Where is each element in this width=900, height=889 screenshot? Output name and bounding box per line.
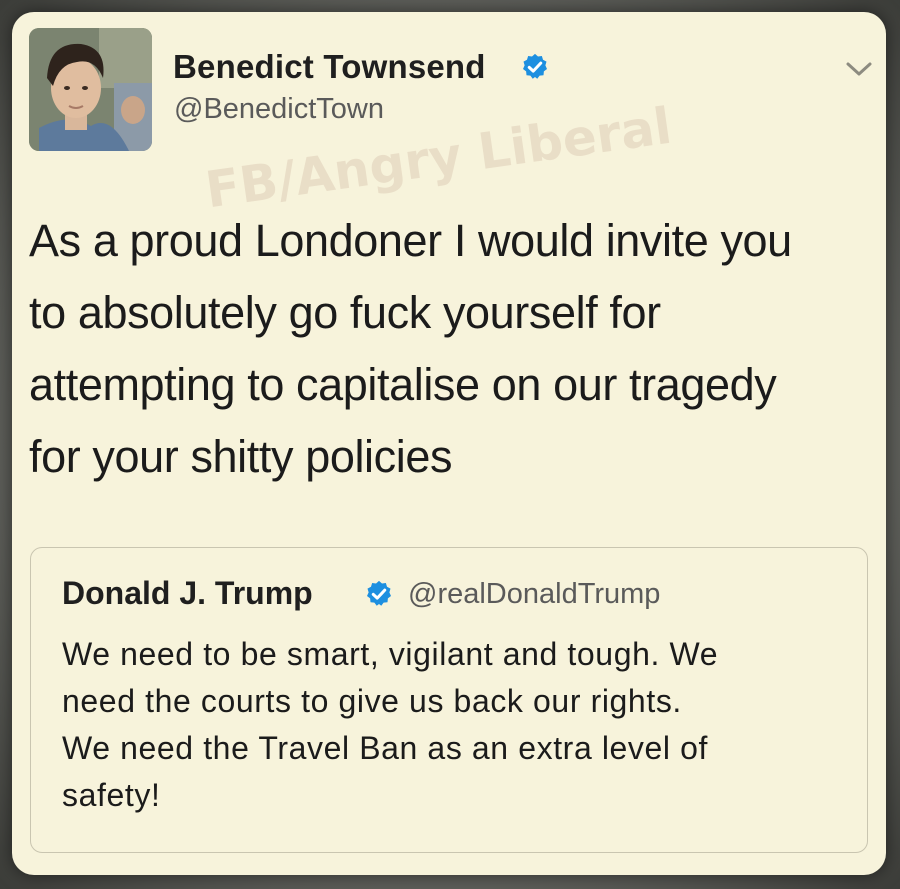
tweet-text-line: for your shitty policies	[29, 431, 453, 482]
verified-badge-icon	[523, 53, 547, 79]
tweet-text-line: to absolutely go fuck yourself for	[29, 287, 661, 338]
author-handle[interactable]: @BenedictTown	[174, 93, 384, 126]
tweet-text-line: As a proud Londoner I would invite you	[29, 215, 792, 266]
author-name[interactable]: Benedict Townsend	[173, 48, 486, 86]
avatar[interactable]	[29, 28, 152, 151]
verified-badge-icon	[367, 580, 391, 606]
quoted-author-name: Donald J. Trump	[62, 575, 313, 611]
quoted-author-handle: @realDonaldTrump	[408, 578, 661, 610]
quoted-text-line: need the courts to give us back our righ…	[62, 683, 682, 719]
quoted-text-line: We need to be smart, vigilant and tough.…	[62, 636, 719, 672]
chevron-down-icon[interactable]	[844, 58, 874, 80]
quoted-text-line: safety!	[62, 777, 161, 813]
quoted-text-line: We need the Travel Ban as an extra level…	[62, 730, 709, 766]
quoted-tweet[interactable]: Donald J. Trump @realDonaldTrump We need…	[30, 547, 868, 853]
quoted-tweet-text: We need to be smart, vigilant and tough.…	[62, 631, 842, 819]
tweet-card: Benedict Townsend @BenedictTown FB/Angry…	[12, 12, 886, 875]
tweet-text: As a proud Londoner I would invite you t…	[29, 205, 869, 493]
tweet-text-line: attempting to capitalise on our tragedy	[29, 359, 777, 410]
